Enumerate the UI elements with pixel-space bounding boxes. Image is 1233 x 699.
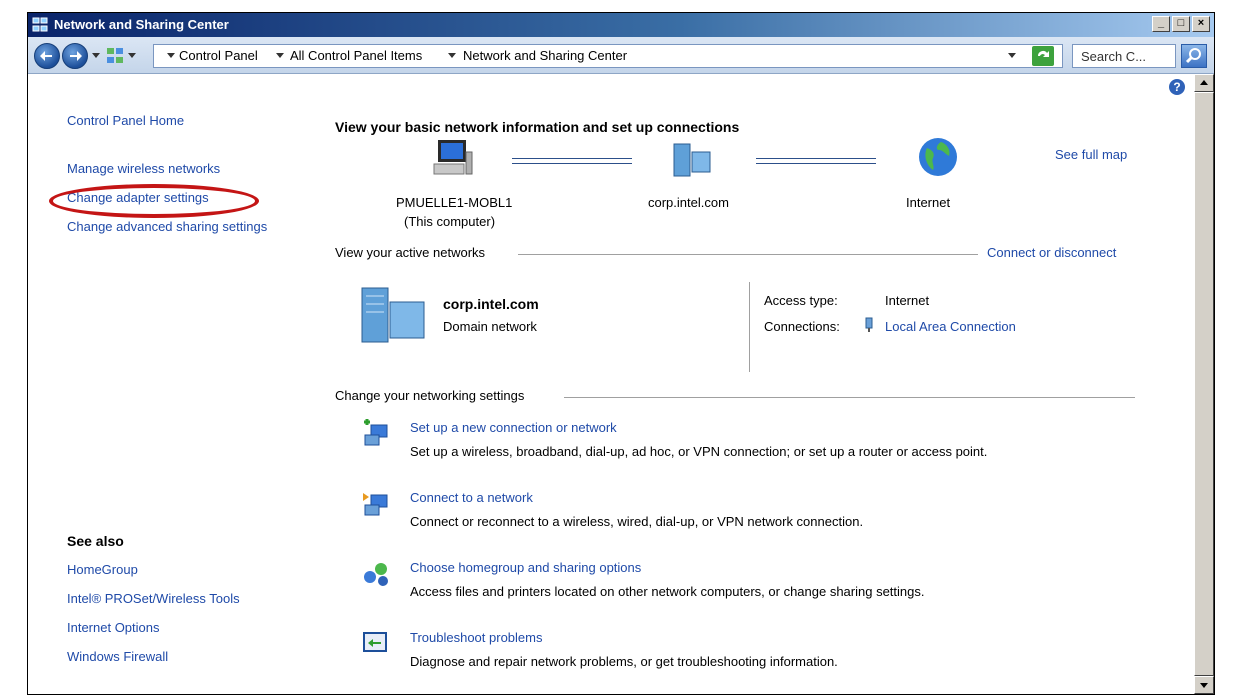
homegroup-options-link[interactable]: Choose homegroup and sharing options <box>410 560 641 575</box>
crumb-all-items[interactable]: All Control Panel Items <box>290 48 422 63</box>
forward-arrow-icon <box>70 51 82 61</box>
forward-button[interactable] <box>62 43 88 69</box>
crumb-separator-icon[interactable] <box>276 53 284 58</box>
homegroup-options-desc: Access files and printers located on oth… <box>410 584 925 599</box>
chevron-down-icon <box>128 53 136 58</box>
search-button[interactable] <box>1181 44 1207 68</box>
svg-text:?: ? <box>1173 80 1180 94</box>
access-type-value: Internet <box>885 293 930 308</box>
vertical-scrollbar[interactable] <box>1194 74 1214 694</box>
homegroup-link[interactable]: HomeGroup <box>67 562 138 577</box>
windows-firewall-link[interactable]: Windows Firewall <box>67 649 168 664</box>
help-icon[interactable]: ? <box>1168 78 1186 96</box>
connect-disconnect-link[interactable]: Connect or disconnect <box>987 245 1116 260</box>
domain-name: corp.intel.com <box>648 195 729 210</box>
setup-connection-desc: Set up a wireless, broadband, dial-up, a… <box>410 444 988 459</box>
domain-server-icon <box>673 143 711 177</box>
back-button[interactable] <box>34 43 60 69</box>
intel-proset-link[interactable]: Intel® PROSet/Wireless Tools <box>67 591 240 606</box>
see-full-map-link[interactable]: See full map <box>1055 147 1127 162</box>
manage-wireless-link[interactable]: Manage wireless networks <box>67 161 220 176</box>
window: Network and Sharing Center _ □ × Control… <box>27 12 1215 695</box>
internet-options-link[interactable]: Internet Options <box>67 620 160 635</box>
scroll-thumb[interactable] <box>1194 92 1214 676</box>
divider <box>564 397 1135 398</box>
divider-vertical <box>749 282 750 372</box>
down-arrow-icon <box>1200 683 1208 688</box>
domain-network-icon <box>361 287 425 343</box>
new-connection-icon <box>364 419 388 446</box>
connect-network-link[interactable]: Connect to a network <box>410 490 533 505</box>
homegroup-icon <box>364 563 388 586</box>
ethernet-icon <box>865 317 873 332</box>
network-center-icon <box>32 17 48 32</box>
control-panel-home-link[interactable]: Control Panel Home <box>67 113 184 128</box>
computer-icon <box>433 140 473 175</box>
scroll-down-button[interactable] <box>1194 676 1214 694</box>
close-button[interactable]: × <box>1192 16 1210 32</box>
address-bar: Control Panel All Control Panel Items Ne… <box>28 37 1214 74</box>
change-settings-label: Change your networking settings <box>335 388 525 403</box>
up-arrow-icon <box>1200 80 1208 85</box>
troubleshoot-link[interactable]: Troubleshoot problems <box>410 630 542 645</box>
scroll-up-button[interactable] <box>1194 74 1214 92</box>
internet-label: Internet <box>906 195 951 210</box>
computer-name: PMUELLE1-MOBL1 <box>396 195 513 210</box>
see-also-heading: See also <box>67 533 124 549</box>
network-type: Domain network <box>443 319 537 334</box>
back-arrow-icon <box>40 51 52 61</box>
search-input[interactable]: Search C... <box>1072 44 1176 68</box>
window-title: Network and Sharing Center <box>54 17 229 32</box>
crumb-separator-icon[interactable] <box>448 53 456 58</box>
recent-pages-dropdown[interactable] <box>92 53 100 58</box>
connections-label: Connections: <box>764 319 840 334</box>
network-name: corp.intel.com <box>443 296 539 312</box>
connect-network-icon <box>363 493 388 516</box>
access-type-label: Access type: <box>764 293 838 308</box>
content-pane: Control Panel Home Manage wireless netwo… <box>28 74 1194 694</box>
address-dropdown-icon[interactable] <box>1008 53 1016 58</box>
connection-line <box>512 158 632 164</box>
page-heading: View your basic network information and … <box>335 119 740 135</box>
maximize-button[interactable]: □ <box>1172 16 1190 32</box>
troubleshoot-icon <box>363 632 387 652</box>
change-advanced-sharing-link[interactable]: Change advanced sharing settings <box>67 219 267 234</box>
connect-network-desc: Connect or reconnect to a wireless, wire… <box>410 514 864 529</box>
troubleshoot-desc: Diagnose and repair network problems, or… <box>410 654 838 669</box>
minimize-button[interactable]: _ <box>1152 16 1170 32</box>
computer-subtitle: (This computer) <box>404 214 496 229</box>
control-panel-icon <box>107 48 123 63</box>
highlight-annotation <box>49 184 259 218</box>
search-icon <box>1185 48 1201 64</box>
internet-globe-icon <box>919 138 957 176</box>
refresh-icon[interactable] <box>1032 46 1054 66</box>
title-bar[interactable]: Network and Sharing Center _ □ × <box>28 13 1214 37</box>
crumb-separator-icon[interactable] <box>167 53 175 58</box>
connection-line <box>756 158 876 164</box>
setup-connection-link[interactable]: Set up a new connection or network <box>410 420 617 435</box>
local-area-connection-link[interactable]: Local Area Connection <box>885 319 1016 334</box>
crumb-network-center[interactable]: Network and Sharing Center <box>463 48 627 63</box>
active-networks-label: View your active networks <box>335 245 486 260</box>
crumb-control-panel[interactable]: Control Panel <box>179 48 258 63</box>
divider <box>518 254 978 255</box>
